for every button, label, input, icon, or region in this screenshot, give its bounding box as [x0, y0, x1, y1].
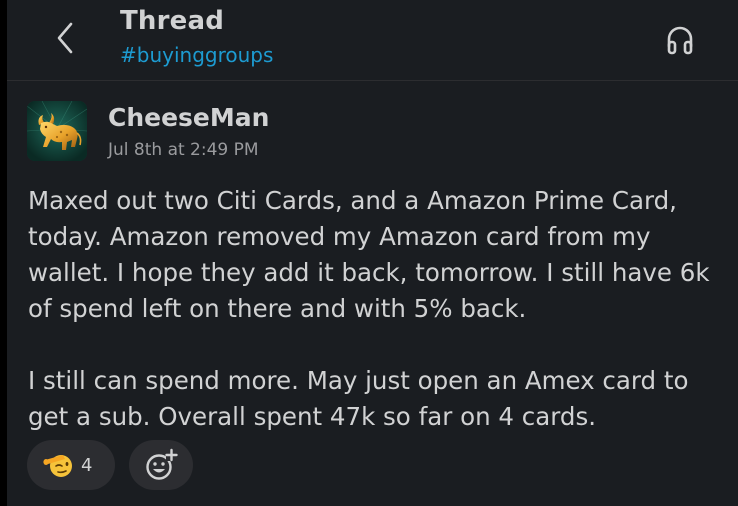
- add-reaction-icon: [146, 448, 178, 480]
- message-body: Maxed out two Citi Cards, and a Amazon P…: [28, 183, 728, 435]
- author-avatar[interactable]: [27, 101, 87, 161]
- add-reaction-button[interactable]: [129, 440, 193, 490]
- huddle-button[interactable]: [660, 20, 700, 60]
- author-name[interactable]: CheeseMan: [108, 103, 269, 132]
- thread-header: Thread #buyinggroups: [7, 0, 738, 81]
- message-paragraph: Maxed out two Citi Cards, and a Amazon P…: [28, 186, 710, 323]
- thread-title: Thread: [120, 6, 225, 36]
- thread-message: CheeseMan Jul 8th at 2:49 PM Maxed out t…: [7, 81, 738, 506]
- saluting-face-icon: [43, 455, 72, 477]
- message-timestamp: Jul 8th at 2:49 PM: [108, 140, 259, 160]
- golden-bull-avatar: [27, 101, 87, 161]
- back-button[interactable]: [45, 18, 85, 58]
- reaction-count: 4: [81, 454, 93, 476]
- channel-link[interactable]: #buyinggroups: [120, 43, 273, 67]
- message-paragraph: I still can spend more. May just open an…: [28, 366, 689, 431]
- headphones-icon: [667, 26, 693, 55]
- chevron-left-icon: [57, 22, 73, 54]
- reaction-saluting-face[interactable]: 4: [27, 440, 115, 490]
- reaction-bar: 4: [27, 440, 193, 490]
- window-edge: [0, 0, 7, 506]
